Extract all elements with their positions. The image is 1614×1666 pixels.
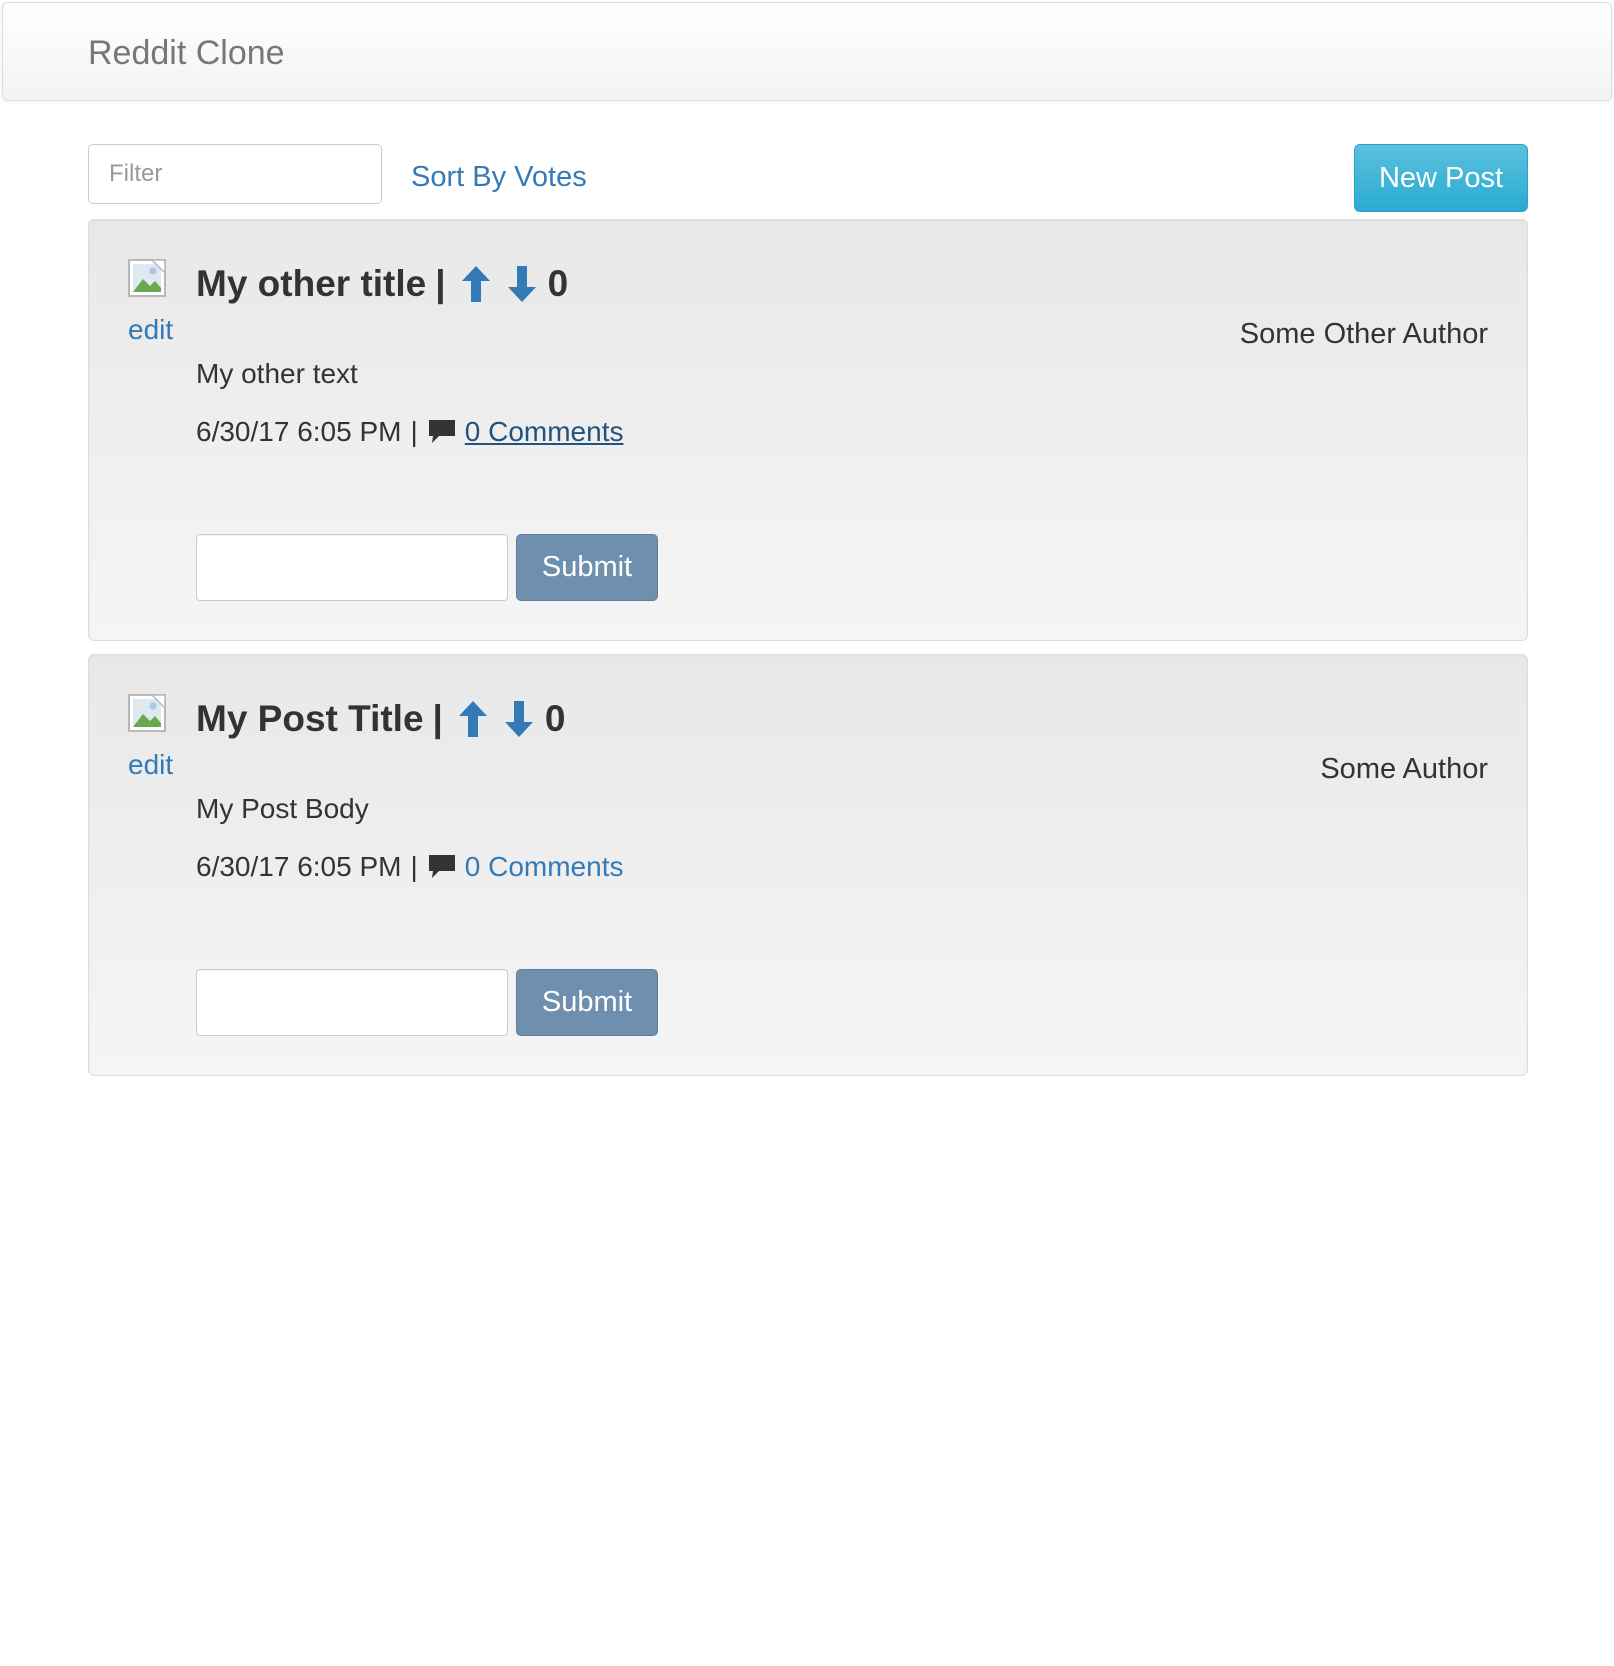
post-meta: 6/30/17 6:05 PM | 0 Comments [196,849,623,885]
post-title[interactable]: My other title [196,263,426,305]
post-timestamp: 6/30/17 6:05 PM [196,851,402,882]
submit-button[interactable]: Submit [516,534,658,601]
title-separator: | [435,263,446,304]
arrow-up-icon[interactable] [457,699,489,739]
broken-image-icon [128,694,166,732]
arrow-up-icon[interactable] [460,264,492,304]
meta-separator: | [410,416,418,447]
post-title-row: My Post Title | 0 [196,694,565,744]
arrow-down-icon[interactable] [506,264,538,304]
vote-count: 0 [547,263,569,304]
post-title[interactable]: My Post Title [196,698,424,740]
comment-input[interactable] [196,969,508,1036]
sort-by-votes-link[interactable]: Sort By Votes [411,160,587,194]
post-card: edit My Post Title | 0 Some Author My Po… [88,654,1528,1076]
edit-link[interactable]: edit [128,314,173,346]
brand-title[interactable]: Reddit Clone [88,33,285,73]
comments-link[interactable]: 0 Comments [465,851,624,883]
vote-count: 0 [544,698,566,739]
arrow-down-icon[interactable] [503,699,535,739]
comments-link[interactable]: 0 Comments [465,416,624,448]
submit-button[interactable]: Submit [516,969,658,1036]
comment-icon [428,420,455,443]
post-timestamp: 6/30/17 6:05 PM [196,416,402,447]
meta-separator: | [410,851,418,882]
post-meta: 6/30/17 6:05 PM | 0 Comments [196,414,623,450]
post-body: My Post Body [196,793,369,824]
post-body: My other text [196,358,358,389]
post-card: edit My other title | 0 Some Other Autho… [88,219,1528,641]
filter-input[interactable] [88,144,382,204]
navbar: Reddit Clone [2,2,1612,101]
comment-input[interactable] [196,534,508,601]
post-author: Some Author [1320,753,1488,785]
broken-image-icon [128,259,166,297]
post-author: Some Other Author [1239,318,1488,350]
title-separator: | [432,698,443,739]
edit-link[interactable]: edit [128,749,173,781]
comment-icon [428,855,455,878]
new-post-button[interactable]: New Post [1354,144,1528,212]
post-title-row: My other title | 0 [196,259,568,309]
